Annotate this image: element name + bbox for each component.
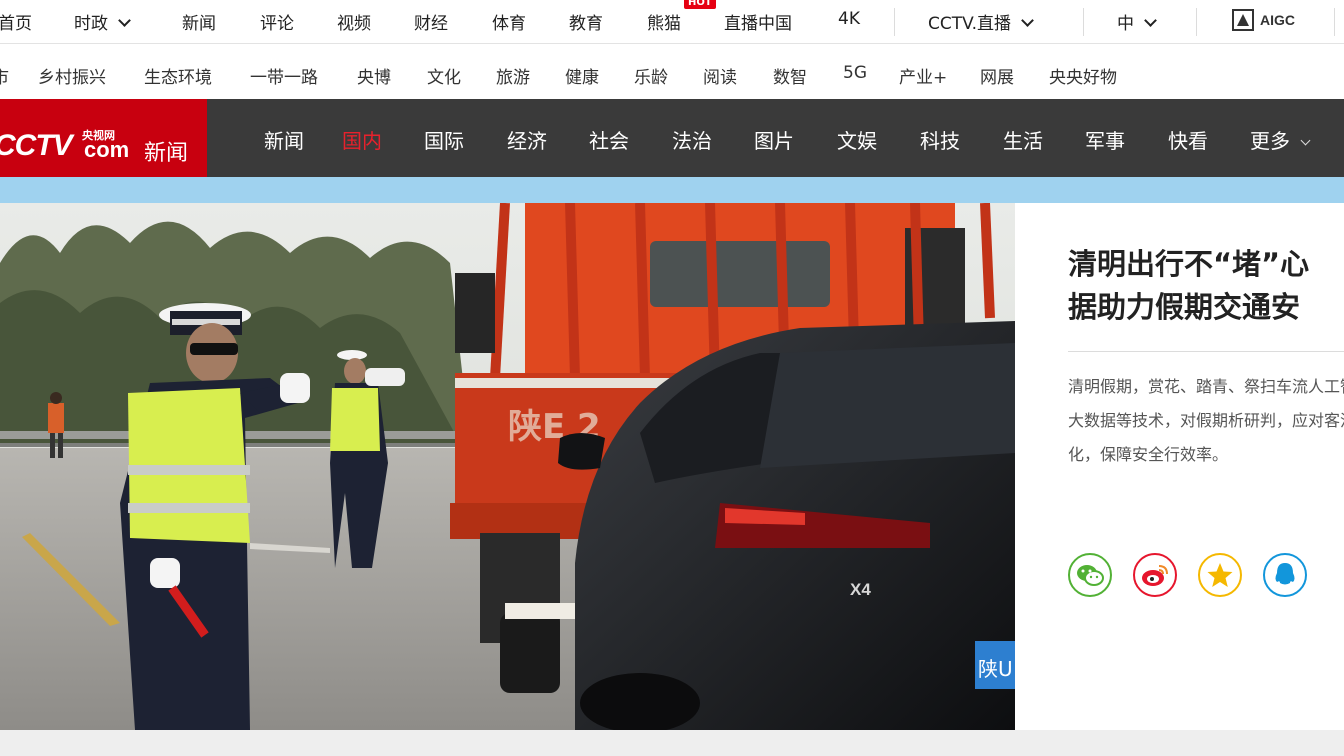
top-nav-sports[interactable]: 体育 xyxy=(492,9,526,34)
channel-tab-society[interactable]: 社会 xyxy=(589,125,629,154)
sub-nav-item[interactable]: 央博 xyxy=(357,63,391,88)
hot-badge: HOT xyxy=(684,0,716,9)
top-nav: 首页 时政 新闻 评论 视频 财经 体育 教育 熊猫 HOT 直播中国 4K C… xyxy=(0,0,1344,44)
article-headline[interactable]: 清明出行不“堵”心 据助力假期交通安 xyxy=(1068,243,1344,329)
share-weibo-button[interactable] xyxy=(1133,553,1177,597)
qq-penguin-icon xyxy=(1275,563,1295,585)
logo-cctv-text: CCTV xyxy=(0,129,73,162)
chevron-down-icon xyxy=(1300,135,1311,146)
hero-photo: 陕E 2 X4 陕U xyxy=(0,203,1015,730)
headline-line: 清明出行不“堵”心 xyxy=(1068,247,1310,281)
top-nav-politics[interactable]: 时政 xyxy=(74,9,131,34)
headline-line: 据助力假期交通安 xyxy=(1068,290,1301,324)
article-panel: 清明出行不“堵”心 据助力假期交通安 清明假期，赏花、踏青、祭扫车流人工智能、大… xyxy=(1015,203,1344,730)
nav-divider xyxy=(894,8,895,36)
top-nav-home[interactable]: 首页 xyxy=(0,9,32,34)
sub-nav-item[interactable]: 市 xyxy=(0,63,9,88)
share-qzone-button[interactable] xyxy=(1198,553,1242,597)
sub-nav-item[interactable]: 一带一路 xyxy=(250,63,318,88)
channel-tab-domestic[interactable]: 国内 xyxy=(342,125,382,154)
chevron-down-icon xyxy=(1144,14,1157,27)
nav-divider xyxy=(1083,8,1084,36)
top-nav-politics-label: 时政 xyxy=(74,14,108,34)
sub-nav-item[interactable]: 央央好物 xyxy=(1049,63,1117,88)
sub-nav-item[interactable]: 生态环境 xyxy=(144,63,212,88)
sub-nav-item[interactable]: 网展 xyxy=(980,63,1014,88)
top-nav-cctv-live[interactable]: CCTV.直播 xyxy=(928,9,1034,34)
top-nav-news[interactable]: 新闻 xyxy=(182,9,216,34)
channel-tab-international[interactable]: 国际 xyxy=(424,125,464,154)
weibo-icon xyxy=(1142,565,1168,586)
sub-nav-item[interactable]: 阅读 xyxy=(703,63,737,88)
channel-more-label: 更多 xyxy=(1250,129,1290,153)
sub-nav-item[interactable]: 5G xyxy=(843,63,867,83)
top-nav-education[interactable]: 教育 xyxy=(569,9,603,34)
channel-tab-quick-view[interactable]: 快看 xyxy=(1168,125,1208,154)
aigc-label: AIGC xyxy=(1260,12,1295,28)
top-nav-finance[interactable]: 财经 xyxy=(414,9,448,34)
sub-nav-item[interactable]: 旅游 xyxy=(496,63,530,88)
sub-nav-item[interactable]: 健康 xyxy=(565,63,599,88)
cctv-live-label: CCTV.直播 xyxy=(928,14,1011,34)
sub-nav-item[interactable]: 文化 xyxy=(427,63,461,88)
nav-divider xyxy=(1196,8,1197,36)
channel-tab-economy[interactable]: 经济 xyxy=(507,125,547,154)
channel-tab-tech[interactable]: 科技 xyxy=(920,125,960,154)
headline-divider xyxy=(1068,351,1344,352)
aigc-link[interactable]: AIGC xyxy=(1232,9,1295,31)
aigc-logo-icon xyxy=(1232,9,1254,31)
top-nav-4k[interactable]: 4K xyxy=(838,9,860,29)
channel-tab-law[interactable]: 法治 xyxy=(672,125,712,154)
channel-tab-photos[interactable]: 图片 xyxy=(754,125,794,154)
sub-nav: 市 乡村振兴 生态环境 一带一路 央博 文化 旅游 健康 乐龄 阅读 数智 5G… xyxy=(0,48,1344,98)
nav-divider xyxy=(1334,8,1335,36)
sub-nav-item[interactable]: 乐龄 xyxy=(634,63,668,88)
qzone-star-icon xyxy=(1207,563,1233,587)
hero-image[interactable]: 陕E 2 X4 陕U xyxy=(0,203,1015,730)
top-nav-panda[interactable]: 熊猫 xyxy=(647,9,681,34)
footer-strip xyxy=(0,730,1344,756)
channel-tab-military[interactable]: 军事 xyxy=(1085,125,1125,154)
chevron-down-icon xyxy=(1021,14,1034,27)
channel-tab-life[interactable]: 生活 xyxy=(1003,125,1043,154)
wechat-icon xyxy=(1077,565,1104,586)
chevron-down-icon xyxy=(118,14,131,27)
car-model-text: X4 xyxy=(850,580,871,599)
language-selector[interactable]: 中 xyxy=(1117,9,1157,34)
language-label: 中 xyxy=(1117,14,1134,34)
channel-tab-entertainment[interactable]: 文娱 xyxy=(837,125,877,154)
channel-tab-more[interactable]: 更多 xyxy=(1250,125,1311,154)
top-nav-live-china[interactable]: 直播中国 xyxy=(724,9,792,34)
channel-bar: CCTV 央视网 com 新闻 新闻 国内 国际 经济 社会 法治 图片 文娱 … xyxy=(0,99,1344,189)
top-nav-comment[interactable]: 评论 xyxy=(260,9,294,34)
sub-nav-item[interactable]: 乡村振兴 xyxy=(38,63,106,88)
logo-news-text: 新闻 xyxy=(144,141,189,166)
top-nav-video[interactable]: 视频 xyxy=(337,9,371,34)
share-wechat-button[interactable] xyxy=(1068,553,1112,597)
sub-nav-item[interactable]: 产业+ xyxy=(899,63,947,88)
article-summary: 清明假期，赏花、踏青、祭扫车流人工智能、大数据等技术，对假期析研判，应对客流变化… xyxy=(1068,377,1344,464)
sub-nav-item[interactable]: 数智 xyxy=(773,63,807,88)
share-qq-button[interactable] xyxy=(1263,553,1307,597)
channel-tab-news[interactable]: 新闻 xyxy=(264,125,304,154)
car-plate-text: 陕U xyxy=(978,657,1013,681)
logo-com-text: com xyxy=(84,137,130,162)
cctv-news-logo[interactable]: CCTV 央视网 com 新闻 xyxy=(0,99,207,189)
accent-strip xyxy=(0,177,1344,203)
